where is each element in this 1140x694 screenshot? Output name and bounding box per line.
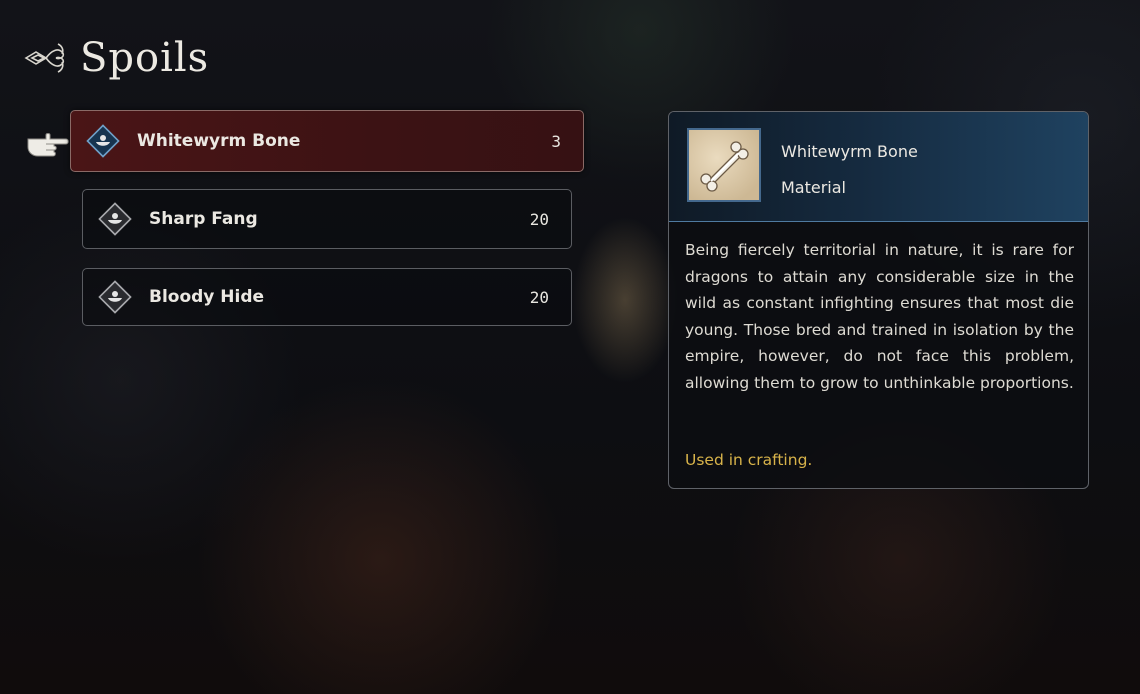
detail-description: Being fiercely territorial in nature, it… — [685, 241, 1074, 392]
list-item-bloody-hide[interactable]: Bloody Hide 20 — [82, 268, 572, 326]
material-drop-icon — [97, 279, 133, 315]
flourish-ornament-icon — [24, 38, 70, 78]
item-detail-panel: Whitewyrm Bone Material Being fiercely t… — [668, 111, 1089, 489]
item-count: 3 — [551, 131, 561, 151]
spoils-header: Spoils — [24, 30, 209, 86]
item-count: 20 — [529, 209, 549, 229]
bone-icon — [687, 128, 761, 202]
material-drop-icon — [97, 201, 133, 237]
page-title: Spoils — [80, 35, 210, 81]
detail-item-type: Material — [781, 178, 846, 197]
item-name: Bloody Hide — [149, 287, 265, 307]
item-name: Whitewyrm Bone — [137, 131, 301, 151]
item-name: Sharp Fang — [149, 209, 258, 229]
list-item-sharp-fang[interactable]: Sharp Fang 20 — [82, 189, 572, 249]
detail-item-name: Whitewyrm Bone — [781, 142, 918, 161]
item-count: 20 — [529, 287, 549, 307]
detail-usage-note: Used in crafting. — [685, 451, 813, 469]
material-drop-icon — [85, 123, 121, 159]
detail-header: Whitewyrm Bone Material — [669, 112, 1088, 222]
pointing-hand-icon — [24, 127, 70, 161]
list-item-whitewyrm-bone[interactable]: Whitewyrm Bone 3 — [70, 110, 584, 172]
